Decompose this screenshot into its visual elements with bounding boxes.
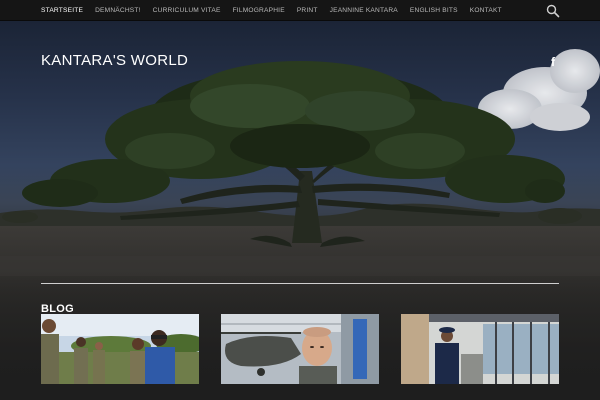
nav-item-kontakt[interactable]: KONTAKT xyxy=(464,7,508,14)
site-title[interactable]: KANTARA'S WORLD xyxy=(41,52,188,69)
nav-item-print[interactable]: PRINT xyxy=(291,7,324,14)
blog-post-card-2[interactable] xyxy=(221,314,379,384)
nav-item-curriculum-vitae[interactable]: CURRICULUM VITAE xyxy=(147,7,227,14)
nav-item-english-bits[interactable]: ENGLISH BITS xyxy=(404,7,464,14)
search-icon[interactable] xyxy=(546,4,560,18)
blog-post-card-3[interactable] xyxy=(401,314,559,384)
tree-canopy xyxy=(22,61,565,207)
nav-item-jeannine-kantara[interactable]: JEANNINE KANTARA xyxy=(324,7,404,14)
facebook-icon[interactable]: f xyxy=(547,55,559,69)
section-divider xyxy=(41,283,559,284)
main-navigation: STARTSEITE DEMNÄCHST! CURRICULUM VITAE F… xyxy=(0,0,600,21)
post-thumbnail-group-photo xyxy=(41,314,199,384)
nav-item-demnaechst[interactable]: DEMNÄCHST! xyxy=(89,7,147,14)
nav-item-filmographie[interactable]: FILMOGRAPHIE xyxy=(227,7,291,14)
post-thumbnail-naval-officer xyxy=(401,314,559,384)
post-thumbnail-helicopter-hangar xyxy=(221,314,379,384)
blog-post-card-1[interactable] xyxy=(41,314,199,384)
nav-item-startseite[interactable]: STARTSEITE xyxy=(35,7,89,14)
